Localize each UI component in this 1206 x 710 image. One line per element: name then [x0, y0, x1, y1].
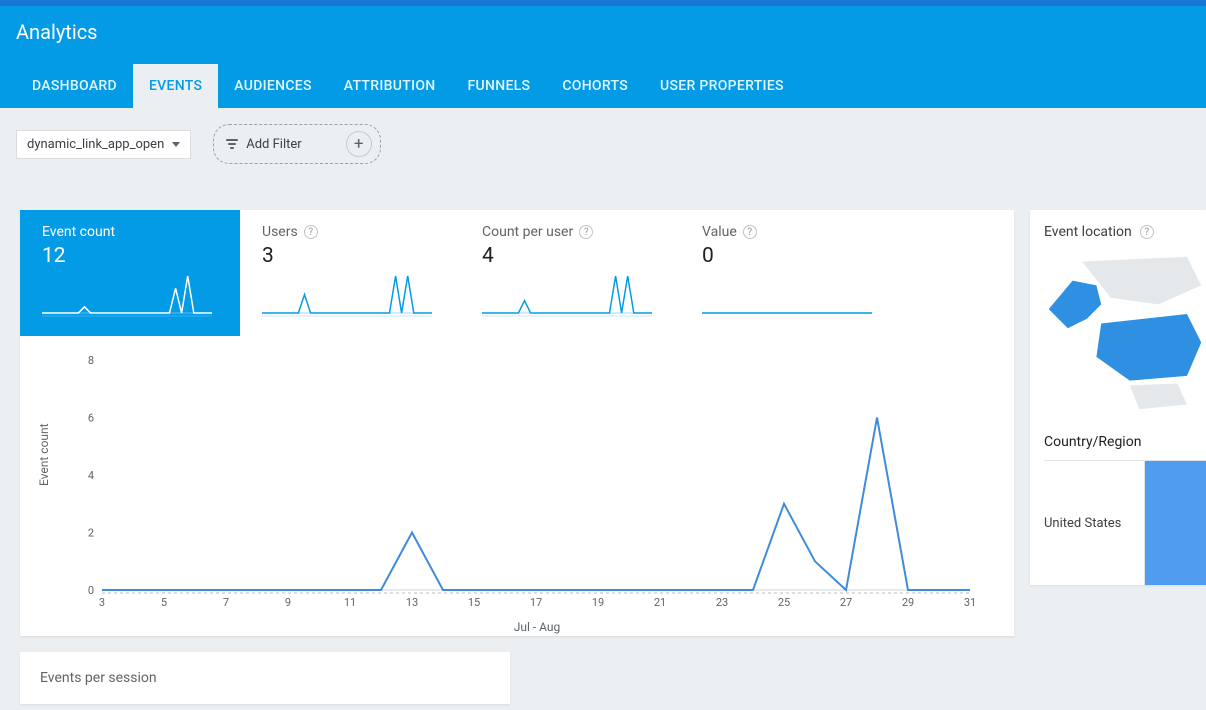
event-location-title: Event location [1044, 224, 1132, 240]
tab-label: EVENTS [149, 78, 202, 94]
svg-text:13: 13 [406, 596, 418, 609]
chart-ylabel: Event count [37, 423, 51, 486]
summary-value: 3 [262, 244, 444, 268]
events-per-session-card: Events per session [20, 652, 510, 704]
summary-event-count[interactable]: Event count 12 [20, 210, 240, 336]
tab-label: AUDIENCES [234, 78, 312, 94]
svg-text:11: 11 [344, 596, 356, 609]
map-thumbnail [1044, 240, 1206, 426]
svg-text:7: 7 [223, 596, 229, 609]
country-row[interactable]: United States [1044, 461, 1206, 585]
svg-text:15: 15 [468, 596, 480, 609]
header: Analytics DASHBOARD EVENTS AUDIENCES ATT… [0, 6, 1206, 108]
tab-audiences[interactable]: AUDIENCES [218, 64, 328, 108]
svg-text:9: 9 [285, 596, 291, 609]
country-bar [1144, 461, 1206, 585]
summary-title: Value [702, 224, 737, 240]
event-overview-card: Event count 12 Users ? 3 C [20, 210, 1014, 636]
svg-text:31: 31 [964, 596, 976, 609]
svg-text:4: 4 [88, 469, 94, 482]
summary-count-per-user[interactable]: Count per user ? 4 [460, 210, 680, 336]
tab-user-properties[interactable]: USER PROPERTIES [644, 64, 800, 108]
tab-events[interactable]: EVENTS [133, 64, 218, 108]
summary-value[interactable]: Value ? 0 [680, 210, 900, 336]
svg-text:17: 17 [530, 596, 542, 609]
sparkline-event-count [42, 272, 212, 318]
summary-value: 4 [482, 244, 664, 268]
filter-icon [226, 139, 238, 149]
svg-text:5: 5 [161, 596, 167, 609]
svg-text:27: 27 [840, 596, 852, 609]
chevron-down-icon [172, 142, 180, 147]
sparkline-cpu [482, 272, 652, 318]
svg-text:25: 25 [778, 596, 790, 609]
summary-title: Count per user [482, 224, 573, 240]
svg-text:23: 23 [716, 596, 728, 609]
event-count-chart: Event count 0 2 4 6 8 3 5 7 9 11 13 15 17 19 21 23 25 27 2… [20, 336, 1014, 636]
add-filter-button[interactable]: Add Filter + [213, 124, 380, 164]
summary-title: Event count [42, 224, 115, 240]
help-icon[interactable]: ? [1140, 225, 1154, 239]
events-per-session-title: Events per session [40, 670, 157, 686]
page-title: Analytics [16, 20, 1190, 64]
svg-text:0: 0 [88, 584, 94, 597]
svg-text:8: 8 [88, 354, 94, 367]
summary-value-number: 0 [702, 244, 884, 268]
svg-text:21: 21 [654, 596, 666, 609]
svg-text:19: 19 [592, 596, 604, 609]
add-filter-label: Add Filter [246, 137, 301, 152]
tab-label: FUNNELS [468, 78, 531, 94]
nav-tabs: DASHBOARD EVENTS AUDIENCES ATTRIBUTION F… [16, 64, 1190, 108]
svg-text:3: 3 [99, 596, 105, 609]
summary-users[interactable]: Users ? 3 [240, 210, 460, 336]
sparkline-value [702, 272, 872, 318]
plus-icon: + [346, 131, 372, 157]
country-name: United States [1044, 516, 1144, 531]
event-select-value: dynamic_link_app_open [27, 137, 164, 152]
tab-cohorts[interactable]: COHORTS [546, 64, 644, 108]
summary-row: Event count 12 Users ? 3 C [20, 210, 1014, 336]
svg-text:2: 2 [88, 527, 94, 540]
tab-dashboard[interactable]: DASHBOARD [16, 64, 133, 108]
tab-label: ATTRIBUTION [344, 78, 436, 94]
chart-xlabel: Jul - Aug [80, 620, 994, 634]
summary-title: Users [262, 224, 298, 240]
tab-attribution[interactable]: ATTRIBUTION [328, 64, 452, 108]
svg-text:29: 29 [902, 596, 914, 609]
help-icon[interactable]: ? [579, 225, 593, 239]
event-location-card: Event location ? Country/Region United S… [1030, 210, 1206, 585]
tab-label: USER PROPERTIES [660, 78, 784, 94]
sparkline-users [262, 272, 432, 318]
country-region-header: Country/Region [1044, 426, 1206, 460]
filter-bar: dynamic_link_app_open Add Filter + [0, 108, 1206, 164]
tab-label: DASHBOARD [32, 78, 117, 94]
summary-value: 12 [42, 244, 224, 268]
tab-funnels[interactable]: FUNNELS [452, 64, 547, 108]
line-chart-svg: 0 2 4 6 8 3 5 7 9 11 13 15 17 19 21 23 25 27 29 31 [80, 350, 980, 620]
svg-text:6: 6 [88, 412, 94, 425]
help-icon[interactable]: ? [304, 225, 318, 239]
tab-label: COHORTS [562, 78, 628, 94]
help-icon[interactable]: ? [743, 225, 757, 239]
event-select[interactable]: dynamic_link_app_open [16, 130, 191, 159]
